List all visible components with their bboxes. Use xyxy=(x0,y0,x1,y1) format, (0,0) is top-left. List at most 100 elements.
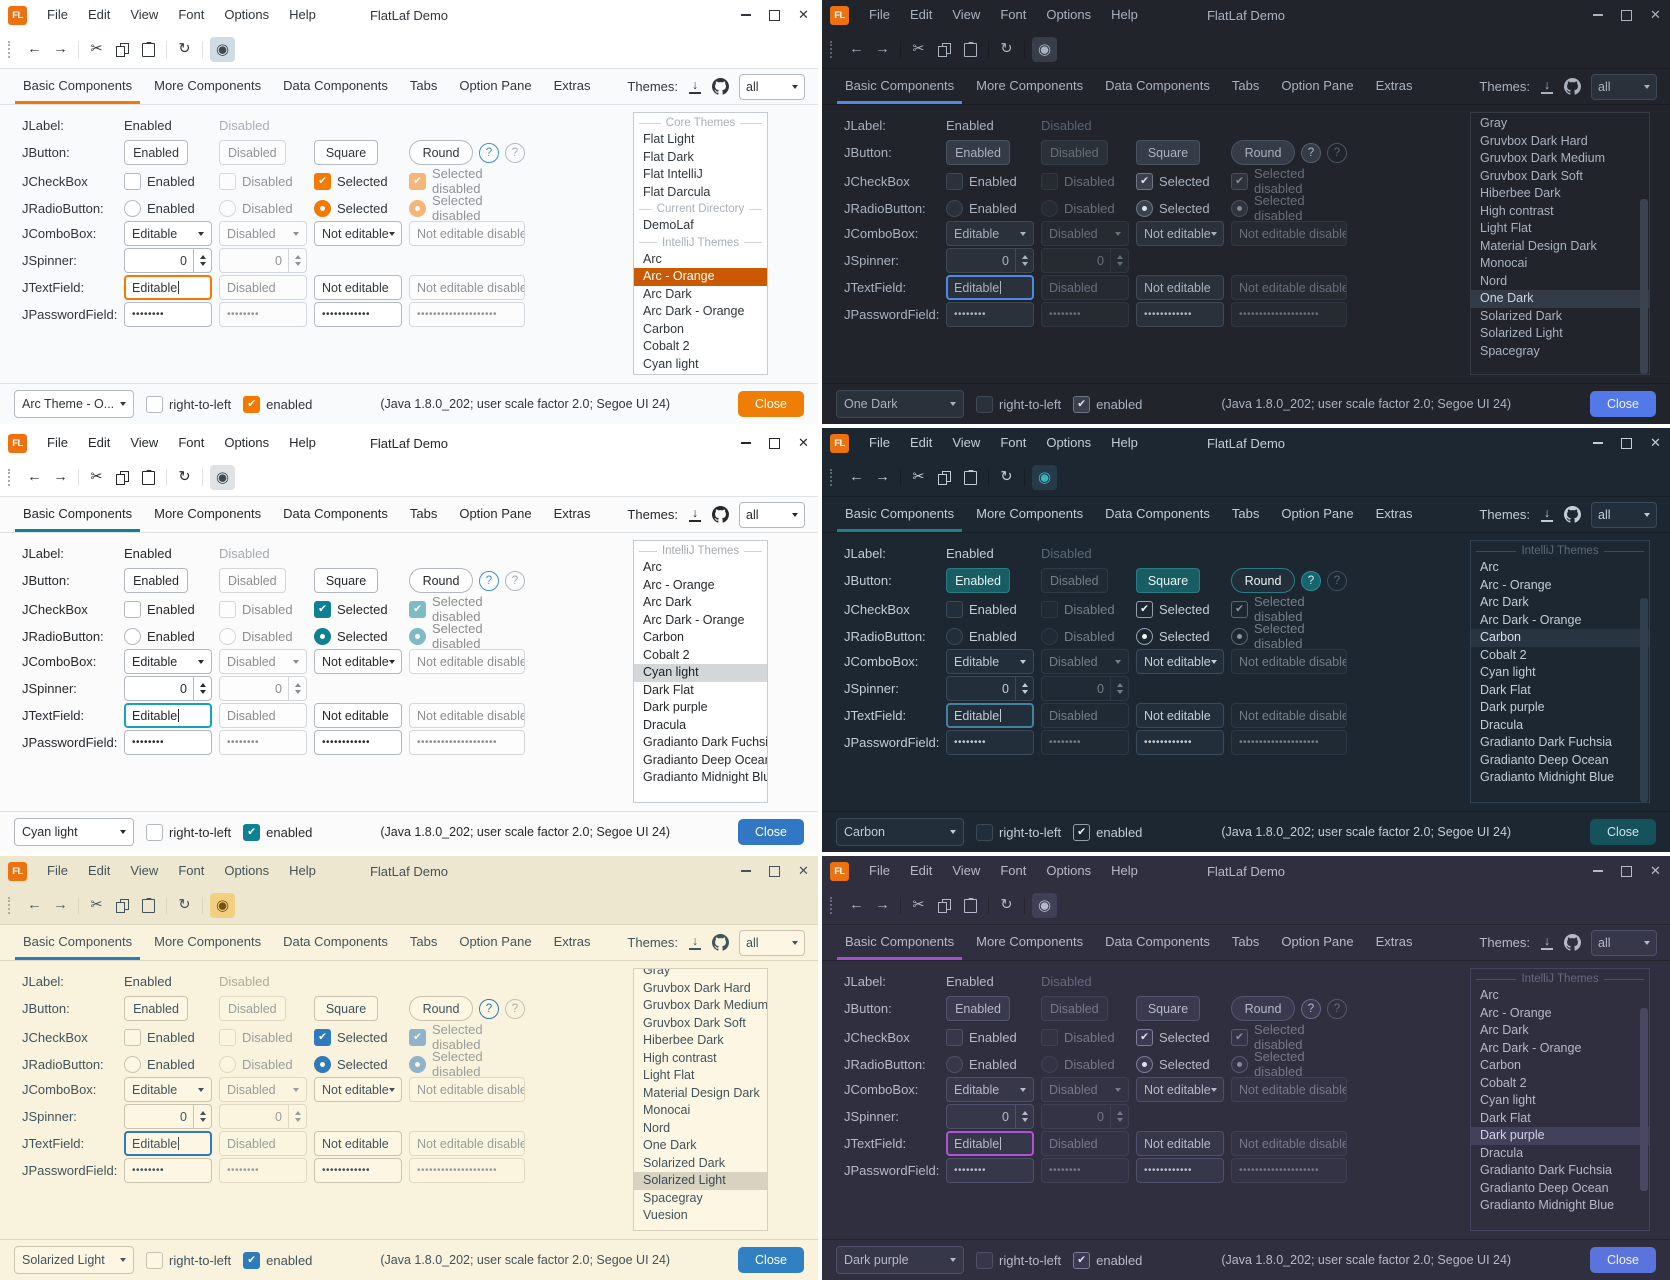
right-to-left-checkbox[interactable]: right-to-left xyxy=(146,1252,231,1269)
theme-list-item[interactable]: Nord xyxy=(1471,273,1649,291)
theme-list-item[interactable]: Gruvbox Dark Hard xyxy=(634,980,767,998)
help-button[interactable]: ? xyxy=(1301,999,1321,1019)
round-button[interactable]: Round xyxy=(1231,996,1295,1021)
tab-more-components[interactable]: More Components xyxy=(965,497,1094,532)
enabled-button[interactable]: Enabled xyxy=(124,140,188,165)
forward-icon[interactable]: → xyxy=(870,893,895,918)
menu-edit[interactable]: Edit xyxy=(78,428,120,458)
enabled-button[interactable]: Enabled xyxy=(946,140,1010,165)
textfield-not-editable[interactable]: Not editable xyxy=(1136,1131,1224,1156)
theme-list-item[interactable]: Flat Dark xyxy=(634,149,767,167)
theme-list-item[interactable]: Vuesion xyxy=(634,1207,767,1225)
menu-file[interactable]: File xyxy=(859,0,900,30)
tab-tabs[interactable]: Tabs xyxy=(1221,497,1270,532)
passwordfield-editable[interactable]: •••••••• xyxy=(124,1158,212,1183)
textfield-editable[interactable]: Editable xyxy=(124,275,212,300)
menu-view[interactable]: View xyxy=(942,0,990,30)
minimize-button[interactable] xyxy=(731,856,760,886)
theme-list-item[interactable]: Arc xyxy=(634,251,767,269)
theme-list-item[interactable]: Carbon xyxy=(1471,1057,1649,1075)
passwordfield-not-editable[interactable]: •••••••••••• xyxy=(1136,1158,1224,1183)
combobox-not-editable[interactable]: Not editable xyxy=(1136,1077,1224,1102)
theme-selector-combobox[interactable]: Carbon xyxy=(836,818,964,846)
tab-option-pane[interactable]: Option Pane xyxy=(448,497,542,532)
radio-selected[interactable]: Selected xyxy=(1136,200,1210,217)
copy-icon[interactable] xyxy=(110,465,135,490)
theme-list-item[interactable]: Gradianto Midnight Blue xyxy=(1471,769,1649,787)
scrollbar-thumb[interactable] xyxy=(1640,598,1648,802)
theme-list-item[interactable]: Nord xyxy=(634,1120,767,1138)
maximize-button[interactable] xyxy=(1612,0,1641,30)
paste-icon[interactable] xyxy=(958,465,983,490)
textfield-not-editable[interactable]: Not editable xyxy=(1136,275,1224,300)
menu-options[interactable]: Options xyxy=(1036,0,1101,30)
checkbox-enabled[interactable]: Enabled xyxy=(946,173,1017,190)
theme-list-item[interactable]: Gradianto Deep Ocean xyxy=(1471,752,1649,770)
back-icon[interactable]: ← xyxy=(22,37,47,62)
menu-font[interactable]: Font xyxy=(168,856,214,886)
theme-list-item[interactable]: Arc Dark xyxy=(634,594,767,612)
theme-list[interactable]: IntelliJ ThemesArcArc - OrangeArc DarkAr… xyxy=(1470,540,1650,803)
theme-list-item[interactable]: Cobalt 2 xyxy=(634,338,767,356)
radio-enabled[interactable]: Enabled xyxy=(946,628,1017,645)
combobox-not-editable[interactable]: Not editable xyxy=(314,649,402,674)
forward-icon[interactable]: → xyxy=(48,37,73,62)
combobox-editable[interactable]: Editable xyxy=(124,1077,212,1102)
close-button[interactable]: Close xyxy=(1590,819,1656,845)
theme-list-item[interactable]: Arc Dark - Orange xyxy=(634,612,767,630)
theme-list-item[interactable]: Carbon xyxy=(634,321,767,339)
theme-list[interactable]: GrayGruvbox Dark HardGruvbox Dark Medium… xyxy=(633,968,768,1231)
combobox-editable[interactable]: Editable xyxy=(124,649,212,674)
tab-option-pane[interactable]: Option Pane xyxy=(1270,69,1364,104)
refresh-icon[interactable]: ↻ xyxy=(994,893,1019,918)
checkbox-selected[interactable]: Selected xyxy=(1136,1029,1210,1046)
github-icon[interactable] xyxy=(1564,506,1581,523)
spinner-enabled[interactable]: 0 xyxy=(124,248,212,273)
tab-tabs[interactable]: Tabs xyxy=(399,497,448,532)
theme-list-item[interactable]: Flat Darcula xyxy=(634,184,767,202)
theme-list-item[interactable]: Flat Light xyxy=(634,131,767,149)
checkbox-selected[interactable]: Selected xyxy=(314,173,388,190)
theme-list-item[interactable]: Cobalt 2 xyxy=(1471,647,1649,665)
close-window-button[interactable]: ✕ xyxy=(789,0,818,30)
passwordfield-not-editable[interactable]: •••••••••••• xyxy=(1136,302,1224,327)
menu-help[interactable]: Help xyxy=(1101,0,1148,30)
tab-basic-components[interactable]: Basic Components xyxy=(834,925,965,960)
theme-list[interactable]: GrayGruvbox Dark HardGruvbox Dark Medium… xyxy=(1470,112,1650,375)
menu-edit[interactable]: Edit xyxy=(900,856,942,886)
copy-icon[interactable] xyxy=(932,465,957,490)
enabled-checkbox[interactable]: enabled xyxy=(243,1252,312,1269)
theme-list-item[interactable]: Dracula xyxy=(1471,717,1649,735)
theme-list-item[interactable]: Arc xyxy=(1471,559,1649,577)
toolbar-grip[interactable] xyxy=(830,897,836,914)
tab-extras[interactable]: Extras xyxy=(1365,69,1424,104)
round-button[interactable]: Round xyxy=(1231,568,1295,593)
minimize-button[interactable] xyxy=(1583,856,1612,886)
menu-font[interactable]: Font xyxy=(990,856,1036,886)
radio-selected[interactable]: Selected xyxy=(314,200,388,217)
theme-list-item[interactable]: Cyan light xyxy=(634,664,767,682)
theme-list-item[interactable]: Dark Flat xyxy=(634,682,767,700)
copy-icon[interactable] xyxy=(932,37,957,62)
tab-data-components[interactable]: Data Components xyxy=(1094,497,1221,532)
tab-basic-components[interactable]: Basic Components xyxy=(834,497,965,532)
theme-list-item[interactable]: Dark purple xyxy=(1471,1127,1649,1145)
checkbox-selected[interactable]: Selected xyxy=(314,1029,388,1046)
textfield-not-editable[interactable]: Not editable xyxy=(1136,703,1224,728)
show-hidden-toggle-eye-icon[interactable]: ◉ xyxy=(1032,465,1057,490)
passwordfield-editable[interactable]: •••••••• xyxy=(124,730,212,755)
github-icon[interactable] xyxy=(712,934,729,951)
theme-list-item[interactable]: Solarized Dark xyxy=(1471,308,1649,326)
refresh-icon[interactable]: ↻ xyxy=(994,465,1019,490)
help-button[interactable]: ? xyxy=(1301,571,1321,591)
show-hidden-toggle-eye-icon[interactable]: ◉ xyxy=(210,893,235,918)
passwordfield-not-editable[interactable]: •••••••••••• xyxy=(314,730,402,755)
menu-options[interactable]: Options xyxy=(1036,856,1101,886)
spinner-enabled[interactable]: 0 xyxy=(946,248,1034,273)
cut-icon[interactable]: ✂ xyxy=(906,37,931,62)
right-to-left-checkbox[interactable]: right-to-left xyxy=(976,824,1061,841)
theme-list-item[interactable]: Dark Flat xyxy=(1471,1110,1649,1128)
maximize-button[interactable] xyxy=(760,0,789,30)
minimize-button[interactable] xyxy=(731,428,760,458)
tab-tabs[interactable]: Tabs xyxy=(399,925,448,960)
